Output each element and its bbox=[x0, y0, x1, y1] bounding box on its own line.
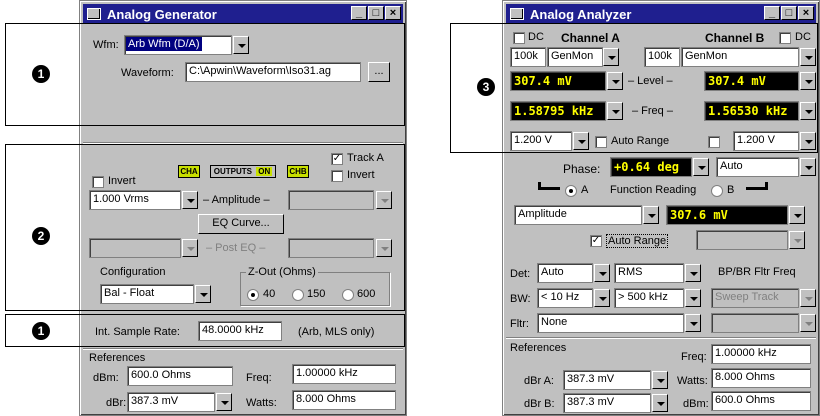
app-icon bbox=[87, 8, 101, 20]
gen-freq-label: Freq: bbox=[246, 372, 272, 384]
bw-label: BW: bbox=[510, 293, 531, 305]
function-dropdown[interactable] bbox=[643, 206, 659, 224]
fltr-field[interactable]: None bbox=[537, 313, 684, 333]
callout-box-3 bbox=[450, 23, 818, 153]
function-reading-label: Function Reading bbox=[610, 184, 697, 196]
det-label: Det: bbox=[510, 268, 531, 280]
function-a-radio[interactable] bbox=[565, 185, 577, 197]
app-icon bbox=[510, 8, 524, 20]
function-a-label: A bbox=[581, 184, 589, 196]
callout-badge: 3 bbox=[477, 78, 495, 96]
bw-high-field[interactable]: > 500 kHz bbox=[614, 288, 684, 308]
phase-mode-field[interactable]: Auto bbox=[716, 157, 799, 177]
generator-titlebar[interactable]: Analog Generator _ □ × bbox=[83, 4, 403, 24]
fltr-dropdown[interactable] bbox=[685, 314, 701, 332]
gen-dbr-label: dBr: bbox=[106, 397, 127, 409]
dbr-a-field[interactable]: 387.3 mV bbox=[563, 370, 651, 390]
fltr-label: Fltr: bbox=[510, 318, 529, 330]
phase-unit-dropdown[interactable] bbox=[693, 158, 709, 176]
callout-badge: 2 bbox=[32, 227, 50, 245]
fltr-freq-field bbox=[711, 313, 799, 333]
generator-title: Analog Generator bbox=[107, 6, 217, 22]
ana-freq-field[interactable]: 1.00000 kHz bbox=[711, 344, 811, 364]
minimize-button[interactable]: _ bbox=[764, 6, 780, 20]
function-b-label: B bbox=[727, 184, 735, 196]
callout-box-1b bbox=[5, 314, 405, 347]
dbr-b-label: dBr B: bbox=[524, 398, 555, 410]
dbr-b-dropdown[interactable] bbox=[652, 394, 668, 412]
dbr-a-dropdown[interactable] bbox=[652, 371, 668, 389]
maximize-button[interactable]: □ bbox=[781, 6, 797, 20]
auto-range-2-checkbox[interactable]: ✓ bbox=[590, 235, 602, 247]
ana-dbm-field[interactable]: 600.0 Ohms bbox=[711, 391, 811, 411]
bracket-b-icon bbox=[746, 182, 768, 190]
gen-dbm-field[interactable]: 600.0 Ohms bbox=[127, 366, 233, 386]
gen-dbr-field[interactable]: 387.3 mV bbox=[127, 392, 215, 412]
det-dropdown[interactable] bbox=[594, 264, 610, 282]
auto-range-2-dropdown bbox=[789, 231, 805, 249]
ana-watts-field[interactable]: 8.000 Ohms bbox=[711, 368, 811, 388]
analyzer-titlebar[interactable]: Analog Analyzer _ □ × bbox=[506, 4, 816, 24]
analyzer-title: Analog Analyzer bbox=[530, 6, 632, 22]
maximize-button[interactable]: □ bbox=[368, 6, 384, 20]
auto-range-2-label: Auto Range bbox=[606, 234, 669, 248]
separator bbox=[506, 337, 816, 339]
callout-box-1 bbox=[5, 23, 405, 126]
phase-readout: +0.64 deg bbox=[610, 157, 692, 177]
gen-watts-label: Watts: bbox=[246, 397, 277, 409]
det-mode-field[interactable]: RMS bbox=[614, 263, 684, 283]
fltr-freq-dropdown bbox=[800, 314, 816, 332]
phase-mode-dropdown[interactable] bbox=[800, 158, 816, 176]
close-button[interactable]: × bbox=[798, 6, 814, 20]
bw-low-field[interactable]: < 10 Hz bbox=[537, 288, 593, 308]
ana-watts-label: Watts: bbox=[677, 375, 708, 387]
sweep-track-field: Sweep Track bbox=[711, 288, 799, 308]
function-unit-dropdown[interactable] bbox=[789, 206, 805, 224]
dbr-b-field[interactable]: 387.3 mV bbox=[563, 393, 651, 413]
function-field[interactable]: Amplitude bbox=[514, 205, 642, 225]
sweep-track-dropdown bbox=[800, 289, 816, 307]
callout-box-2 bbox=[5, 144, 405, 311]
function-b-radio[interactable] bbox=[711, 185, 723, 197]
bw-high-dropdown[interactable] bbox=[685, 289, 701, 307]
ana-freq-label: Freq: bbox=[681, 351, 707, 363]
bp-br-filter-label: BP/BR Fltr Freq bbox=[718, 266, 796, 278]
auto-range-2-field bbox=[696, 230, 788, 250]
det-field[interactable]: Auto bbox=[537, 263, 593, 283]
ana-dbm-label: dBm: bbox=[683, 398, 709, 410]
phase-label: Phase: bbox=[563, 162, 601, 176]
gen-references-label: References bbox=[89, 352, 146, 364]
callout-badge: 1 bbox=[32, 65, 50, 83]
ana-references-label: References bbox=[510, 342, 567, 354]
gen-dbr-dropdown[interactable] bbox=[216, 393, 232, 411]
close-button[interactable]: × bbox=[385, 6, 401, 20]
det-mode-dropdown[interactable] bbox=[685, 264, 701, 282]
separator bbox=[83, 348, 403, 350]
dbr-a-label: dBr A: bbox=[524, 375, 554, 387]
minimize-button[interactable]: _ bbox=[351, 6, 367, 20]
bracket-a-icon bbox=[538, 182, 560, 190]
bw-low-dropdown[interactable] bbox=[594, 289, 610, 307]
gen-watts-field[interactable]: 8.000 Ohms bbox=[292, 390, 396, 410]
gen-freq-field[interactable]: 1.00000 kHz bbox=[292, 364, 396, 384]
gen-dbm-label: dBm: bbox=[93, 372, 119, 384]
function-reading-readout: 307.6 mV bbox=[666, 205, 788, 225]
callout-badge: 1 bbox=[32, 322, 50, 340]
